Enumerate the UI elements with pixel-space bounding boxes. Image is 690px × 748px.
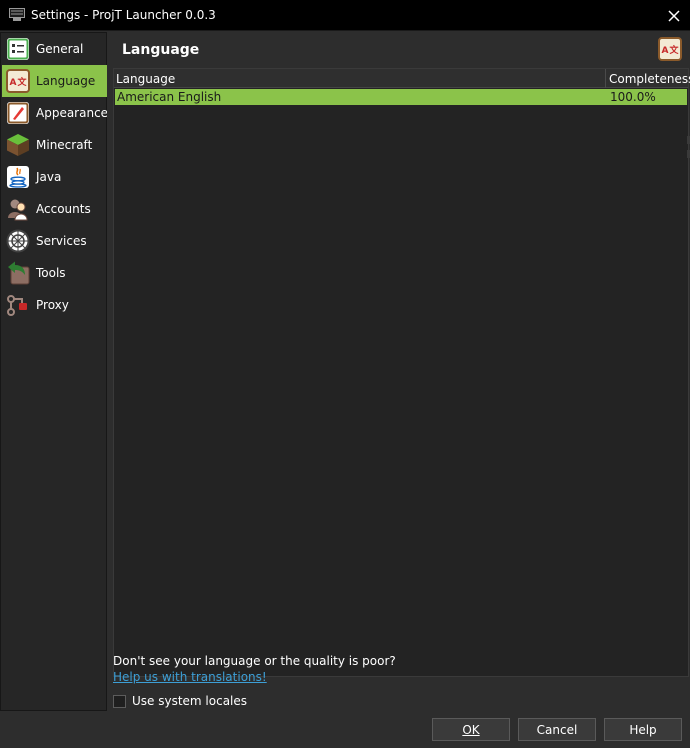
window-title: Settings - ProjT Launcher 0.0.3 xyxy=(31,8,216,22)
ok-button[interactable]: OK xyxy=(432,718,510,741)
proxy-icon xyxy=(7,295,27,316)
completeness-cell: 100.0% xyxy=(610,90,656,104)
cancel-button-label: Cancel xyxy=(536,722,578,737)
cancel-button[interactable]: Cancel xyxy=(518,718,596,741)
sidebar-item-minecraft[interactable]: Minecraft xyxy=(2,129,107,161)
column-divider[interactable] xyxy=(605,69,606,88)
help-button[interactable]: Help xyxy=(604,718,682,741)
page-title: Language xyxy=(122,42,200,58)
close-icon xyxy=(668,9,680,22)
language-icon: A 文 xyxy=(6,69,30,93)
title-bar: Settings - ProjT Launcher 0.0.3 xyxy=(0,0,690,31)
sidebar-item-label: Language xyxy=(36,74,96,88)
table-header: Language Completeness xyxy=(114,69,690,88)
help-button-label: Help xyxy=(629,722,657,737)
language-icon: A 文 xyxy=(658,37,682,61)
svg-text:A: A xyxy=(662,46,669,56)
sidebar-item-label: General xyxy=(36,42,84,56)
sidebar-item-accounts[interactable]: Accounts xyxy=(2,193,107,225)
sidebar-item-label: Tools xyxy=(36,266,66,280)
sidebar-item-general[interactable]: General xyxy=(2,33,107,65)
translation-hint: Don't see your language or the quality i… xyxy=(113,654,396,668)
sidebar-item-label: Proxy xyxy=(36,298,69,312)
close-button[interactable] xyxy=(658,0,690,31)
sidebar-item-java[interactable]: Java xyxy=(2,161,107,193)
svg-text:文: 文 xyxy=(17,76,28,88)
help-translate-link[interactable]: Help us with translations! xyxy=(113,670,267,684)
checkbox-label: Use system locales xyxy=(132,694,248,708)
sidebar-item-appearance[interactable]: Appearance xyxy=(2,97,109,129)
sidebar-item-label: Services xyxy=(36,234,87,248)
language-cell: American English xyxy=(117,90,222,104)
column-header-language[interactable]: Language xyxy=(116,72,175,86)
minecraft-icon xyxy=(7,134,29,156)
sidebar-item-services[interactable]: Services xyxy=(2,225,107,257)
appearance-icon xyxy=(7,102,29,124)
sidebar-item-label: Minecraft xyxy=(36,138,93,152)
svg-text:文: 文 xyxy=(669,44,680,56)
sidebar-item-label: Java xyxy=(36,170,62,184)
sidebar-item-tools[interactable]: Tools xyxy=(2,257,107,289)
sidebar-item-language[interactable]: A 文 Language xyxy=(2,65,107,97)
settings-sidebar: General A 文 Language Appearance Minecraf… xyxy=(0,32,109,711)
dialog-button-bar: OK Cancel Help xyxy=(0,711,690,748)
tools-icon xyxy=(8,261,30,285)
column-header-completeness[interactable]: Completeness xyxy=(609,72,690,86)
language-table: Language Completeness American English 1… xyxy=(113,68,690,677)
sidebar-item-label: Accounts xyxy=(36,202,91,216)
sidebar-item-proxy[interactable]: Proxy xyxy=(2,289,107,321)
general-icon xyxy=(7,38,29,60)
accounts-icon xyxy=(8,199,28,221)
table-row[interactable]: American English 100.0% xyxy=(115,89,687,105)
services-icon xyxy=(6,229,30,253)
ok-button-label: OK xyxy=(462,722,480,737)
app-icon xyxy=(9,8,25,21)
sidebar-item-label: Appearance xyxy=(36,106,109,120)
settings-page: Language A 文 Language Completeness Ameri… xyxy=(107,32,690,711)
svg-text:A: A xyxy=(10,78,17,88)
checkbox-box[interactable] xyxy=(113,694,126,708)
java-icon xyxy=(7,166,29,188)
use-system-locales-checkbox[interactable]: Use system locales xyxy=(113,694,247,708)
